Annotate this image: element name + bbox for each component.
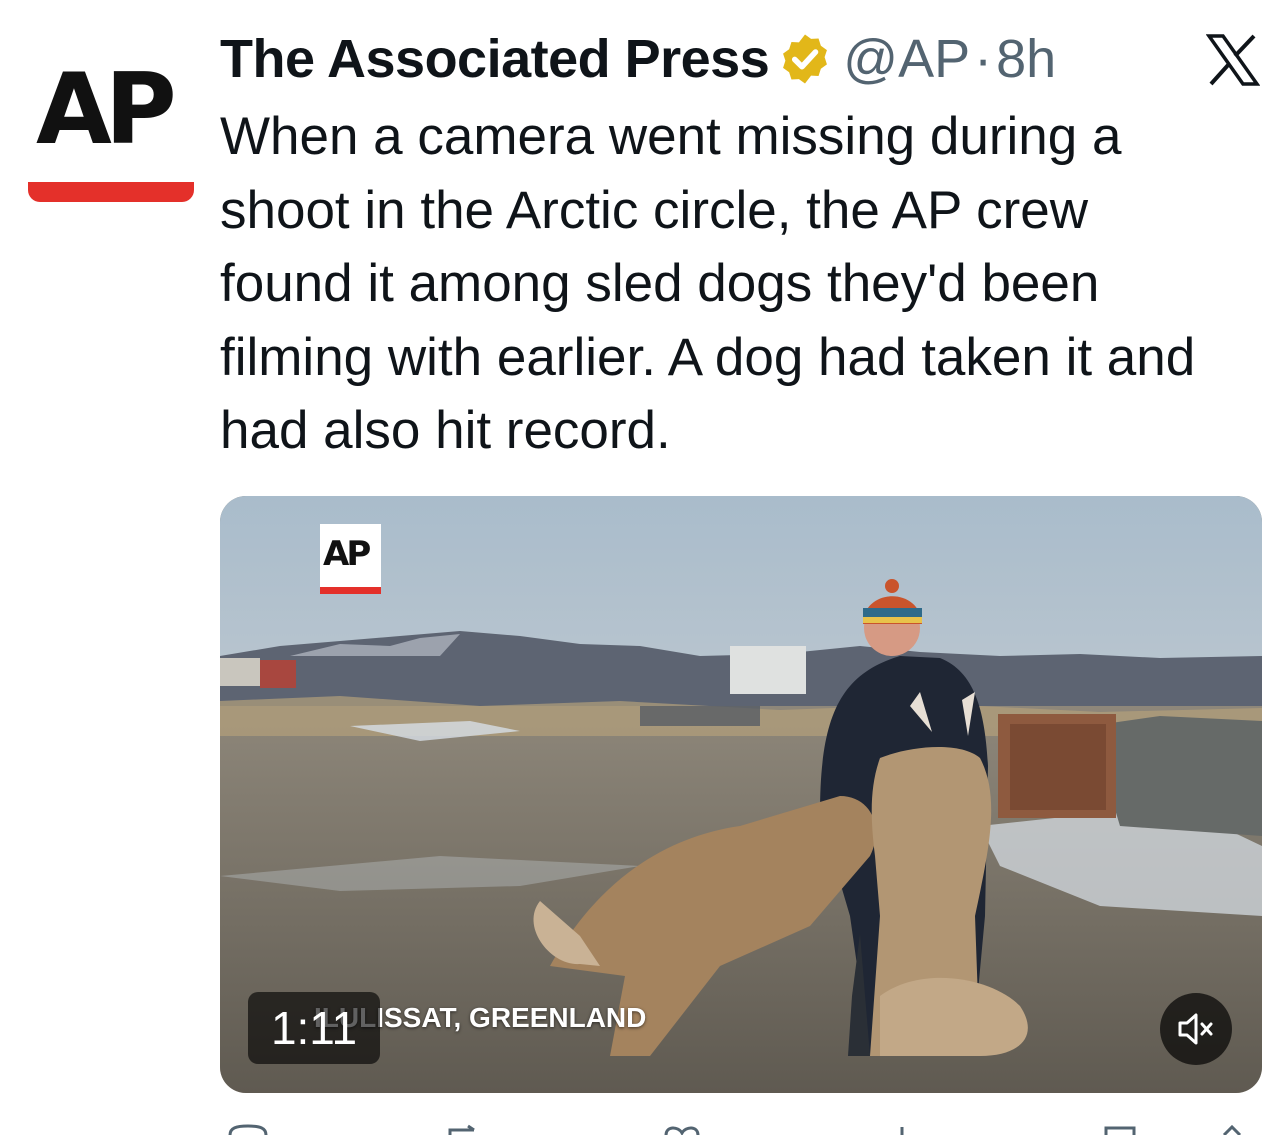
like-icon[interactable] [660,1124,704,1135]
ap-watermark-text: AP [323,534,371,574]
tweet-text: When a camera went missing during a shoo… [220,107,1196,460]
verified-badge-icon[interactable] [777,31,833,87]
avatar-red-bar [28,182,194,202]
bookmark-icon[interactable] [1098,1124,1142,1135]
video-duration-badge: 1:11 [248,992,380,1064]
author-handle[interactable]: @AP [843,28,970,90]
tweet-action-bar [220,1124,1262,1135]
ap-watermark-bar [320,587,381,594]
mute-button[interactable] [1160,993,1232,1065]
views-icon[interactable] [880,1124,924,1135]
video-player[interactable]: AP ILULISSAT, GREENLAND 1:11 [220,496,1262,1093]
tweet-timestamp[interactable]: 8h [996,28,1056,90]
tweet-header: The Associated Press @AP · 8h [220,28,1056,90]
separator-dot: · [974,29,993,89]
ap-watermark: AP [320,524,381,594]
avatar[interactable]: AP [24,56,198,206]
avatar-logo-text: AP [36,53,177,167]
speaker-muted-icon [1178,1013,1213,1045]
share-icon[interactable] [1210,1124,1254,1135]
repost-icon[interactable] [442,1124,486,1135]
author-name[interactable]: The Associated Press [220,28,770,90]
x-logo-icon [1206,34,1260,86]
reply-icon[interactable] [226,1124,270,1135]
